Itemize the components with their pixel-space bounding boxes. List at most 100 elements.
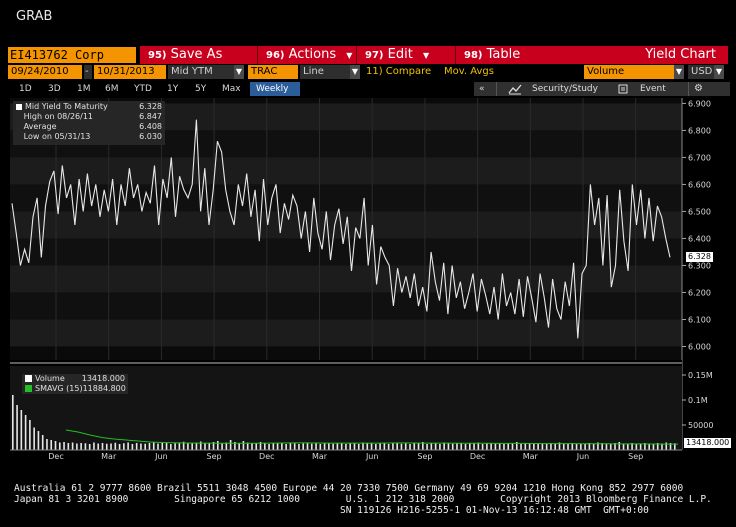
source-field[interactable]: TRAC (248, 65, 298, 79)
event-icon[interactable] (618, 84, 628, 99)
volume-bar (97, 443, 100, 450)
legend-row-yield: Mid Yield To Maturity 6.328 (16, 102, 162, 112)
volume-bar (80, 443, 82, 450)
volume-bar (191, 443, 193, 450)
range-5y[interactable]: 5Y (195, 82, 206, 96)
window-title: GRAB (16, 9, 53, 24)
volume-bar (413, 443, 416, 450)
x-tick-label: Dec (470, 452, 485, 461)
range-1d[interactable]: 1D (19, 82, 32, 96)
start-date-field[interactable]: 09/24/2010 (8, 65, 82, 79)
chevron-down-icon: ▼ (422, 51, 430, 60)
upper-legend: Mid Yield To Maturity 6.328 High on 08/2… (13, 101, 165, 145)
y-tick-label: 0.1M (688, 396, 708, 405)
volume-bar (486, 443, 488, 450)
chart-area[interactable]: 6.900 6.800 6.700 6.600 6.500 6.400 6.300 6.200… (10, 98, 730, 462)
volume-bar (255, 443, 258, 450)
compare-button[interactable]: 11) Compare (366, 65, 442, 79)
x-tick-label: Dec (259, 452, 274, 461)
volume-bar (468, 443, 471, 450)
y-tick-label: 6.900 (688, 99, 711, 108)
volume-bar (16, 405, 18, 450)
volume-bar (533, 443, 535, 450)
volume-bar (101, 443, 104, 450)
volume-bar (161, 443, 164, 450)
volume-bar (187, 443, 189, 450)
chart-type-field[interactable]: Line (300, 65, 350, 79)
range-6m[interactable]: 6M (105, 82, 119, 96)
volume-bar (592, 443, 595, 450)
volume-bar (123, 443, 125, 450)
function-title: Yield Chart (645, 47, 716, 62)
volume-bar (639, 443, 642, 450)
volume-bar (208, 443, 211, 450)
y-tick-label: 6.100 (688, 315, 711, 324)
actions-button[interactable]: 96) Actions ▼ (258, 46, 356, 64)
volume-bar (71, 442, 74, 450)
frequency-dropdown[interactable]: Weekly ▼ (250, 82, 300, 107)
volume-bar (635, 443, 638, 450)
currency-field[interactable]: USD (688, 65, 714, 79)
end-date-field[interactable]: 10/31/2013 (94, 65, 166, 79)
y-tick-label: 6.000 (688, 342, 711, 351)
volume-bar (528, 443, 531, 450)
event-button[interactable]: Event (640, 82, 666, 96)
separator (496, 82, 497, 96)
table-button[interactable]: 98) Table (456, 46, 556, 64)
volume-bar (319, 444, 322, 450)
volume-bar (174, 443, 176, 450)
volume-bar (281, 442, 283, 450)
x-tick-label: Jun (154, 452, 168, 461)
security-study-button[interactable]: Security/Study (532, 82, 598, 96)
ticker-field[interactable]: EI413762 Corp (8, 47, 136, 63)
legend-row-high: High on 08/26/11 6.847 (23, 112, 162, 121)
volume-bar (118, 444, 121, 450)
yield-type-field[interactable]: Mid YTM (168, 65, 234, 79)
volume-bar (456, 443, 458, 450)
series-swatch (25, 385, 32, 392)
chevron-down-icon[interactable]: ▼ (674, 65, 684, 79)
x-tick-label: Sep (207, 452, 222, 461)
range-ytd[interactable]: YTD (134, 82, 152, 96)
volume-bar (507, 443, 510, 450)
range-1y[interactable]: 1Y (167, 82, 178, 96)
mov-avgs-button[interactable]: Mov. Avgs (444, 65, 504, 79)
volume-bar (387, 444, 390, 450)
x-tick-label: Sep (417, 452, 432, 461)
volume-bar (503, 444, 505, 450)
volume-bar (357, 444, 360, 450)
volume-bar (105, 443, 108, 450)
y-tick-label: 6.600 (688, 180, 711, 189)
volume-bar (315, 443, 317, 450)
volume-bar (362, 442, 364, 450)
chevron-down-icon[interactable]: ▼ (714, 65, 724, 79)
collapse-button[interactable]: « (479, 82, 485, 96)
legend-row-low: Low on 05/31/13 6.030 (23, 132, 162, 141)
volume-bar (434, 443, 437, 450)
range-3d[interactable]: 3D (48, 82, 61, 96)
save-as-button[interactable]: 95) Save As (140, 46, 257, 64)
volume-bar (537, 443, 539, 450)
volume-bar (272, 443, 275, 450)
chevron-down-icon[interactable]: ▼ (350, 65, 360, 79)
volume-bar (310, 443, 313, 450)
grid-band (10, 157, 682, 185)
volume-bar (84, 443, 87, 450)
range-max[interactable]: Max (222, 82, 241, 96)
volume-bar (127, 442, 129, 450)
y-tick-label: 6.400 (688, 234, 711, 243)
edit-button[interactable]: 97) Edit ▼ (357, 46, 455, 64)
yield-chart[interactable]: 6.900 6.800 6.700 6.600 6.500 6.400 6.300 6.200… (10, 98, 730, 462)
x-tick-label: Jun (576, 452, 590, 461)
volume-bar (50, 440, 53, 450)
lower-panel-field[interactable]: Volume (584, 65, 674, 79)
chevron-down-icon[interactable]: ▼ (234, 65, 244, 79)
volume-bar (580, 443, 582, 450)
volume-bar (54, 441, 57, 450)
volume-bar (140, 443, 142, 450)
function-bar: 95) Save As 96) Actions ▼ 97) Edit ▼ 98)… (140, 46, 728, 64)
range-1m[interactable]: 1M (77, 82, 91, 96)
volume-bar (375, 444, 377, 450)
volume-bar (447, 443, 450, 450)
gear-icon[interactable]: ⚙ (694, 82, 703, 96)
